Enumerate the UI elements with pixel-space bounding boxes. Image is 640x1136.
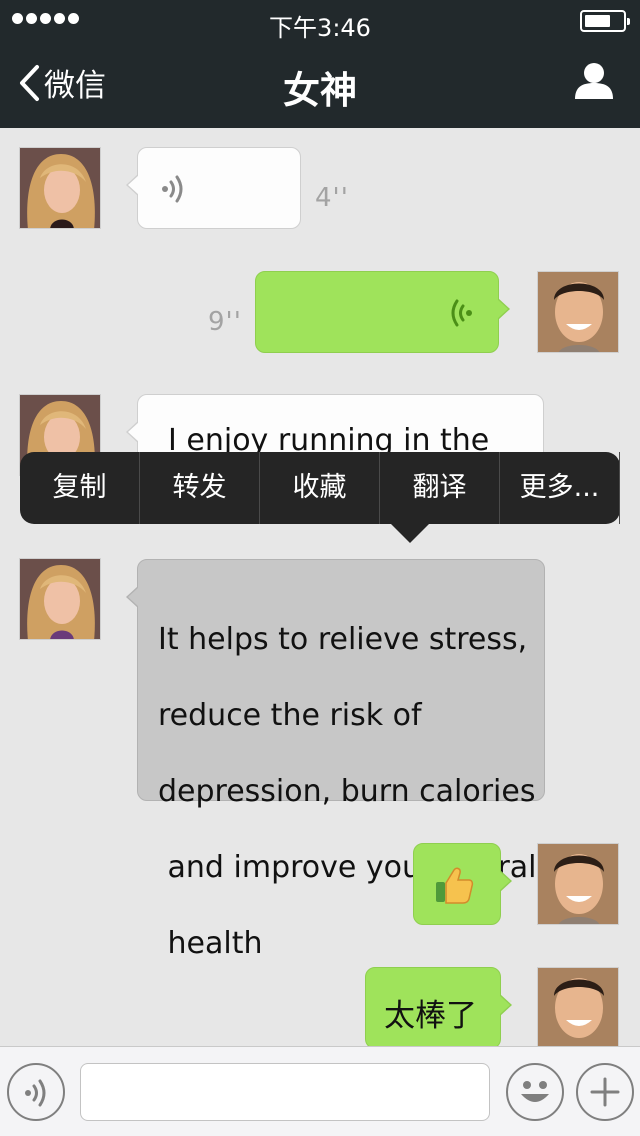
plus-icon [590,1077,620,1107]
menu-more[interactable]: 更多... [500,452,620,524]
voice-wave-icon [451,299,472,327]
message-input[interactable] [80,1063,490,1121]
message-line: depression, burn calories [158,774,536,809]
voice-wave-icon [25,1079,46,1107]
avatar-male-photo [538,272,618,352]
avatar-female[interactable] [19,558,101,640]
smiley-icon [521,1081,549,1102]
avatar-female-photo [20,148,100,228]
voice-wave-icon [162,175,183,203]
avatar-male-photo [538,844,618,924]
input-bar [0,1046,640,1136]
message-bubble-text-outgoing[interactable]: 太棒了 [365,967,512,1049]
battery-level [585,15,610,27]
voice-duration: 4'' [315,183,349,213]
menu-forward[interactable]: 转发 [140,452,260,524]
avatar-male-photo [538,968,618,1048]
context-menu-pointer [390,523,430,543]
menu-favorite[interactable]: 收藏 [260,452,380,524]
message-bubble-voice-incoming[interactable] [126,147,301,229]
message-line: It helps to relieve stress, [158,622,528,657]
message-text: 太棒了 [384,998,477,1034]
emoji-button[interactable] [506,1063,564,1121]
chat-title: 女神 [283,69,357,112]
more-button[interactable] [576,1063,634,1121]
message-line: reduce the risk of [158,698,422,733]
person-icon [575,63,613,99]
avatar-male[interactable] [537,271,619,353]
avatar-female[interactable] [19,147,101,229]
avatar-male[interactable] [537,843,619,925]
avatar-female-photo [20,559,100,639]
profile-button[interactable] [574,62,614,105]
thumbs-up-icon [436,867,474,904]
avatar-male[interactable] [537,967,619,1049]
navigation-bar: 微信 女神 [0,40,640,128]
menu-copy[interactable]: 复制 [20,452,140,524]
message-bubble-emoji-outgoing[interactable] [413,843,512,925]
status-time: 下午3:46 [269,14,371,42]
top-bar: 下午3:46 微信 女神 [0,0,640,128]
message-line: health [158,926,263,961]
message-bubble-text-selected[interactable]: It helps to relieve stress, reduce the r… [126,559,545,961]
context-menu: 复制 转发 收藏 翻译 更多... [20,452,620,543]
menu-translate[interactable]: 翻译 [380,452,500,524]
voice-duration: 9'' [208,307,242,337]
message-bubble-voice-outgoing[interactable] [255,271,510,353]
battery-icon [580,10,630,32]
voice-input-button[interactable] [7,1063,65,1121]
status-bar: 下午3:46 [0,0,640,42]
